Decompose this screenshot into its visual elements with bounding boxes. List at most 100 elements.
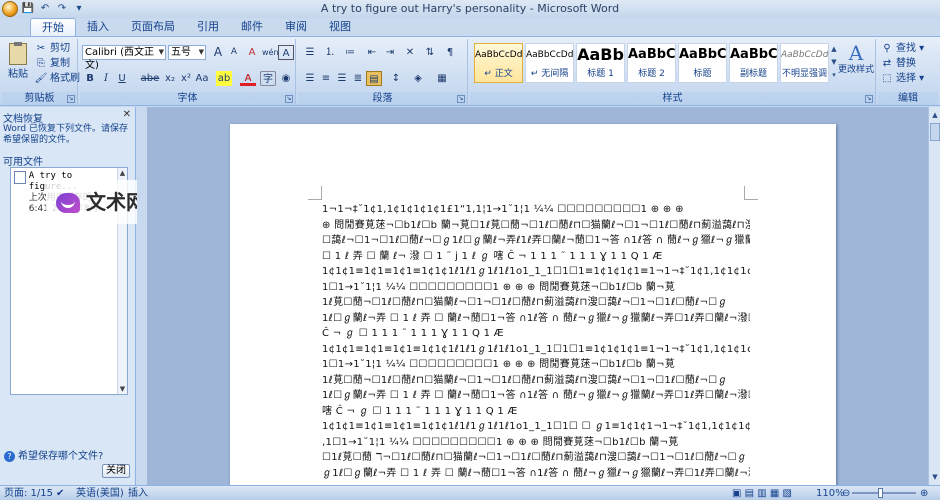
grow-font-button[interactable]: A (210, 45, 226, 60)
multilevel-list-icon[interactable]: ≔ (342, 45, 358, 60)
tab-page-layout[interactable]: 页面布局 (120, 18, 186, 36)
change-styles-label: 更改样式 (838, 65, 875, 75)
font-name-select[interactable]: Calibri (西文正文) ▼ (82, 45, 166, 71)
zoom-slider-thumb[interactable] (878, 488, 883, 498)
copy-button[interactable]: ⎘ 复制 (34, 56, 70, 72)
borders-icon[interactable]: ▦ (434, 71, 450, 86)
document-line: 嗐 Ĉ ¬ ℊ ☐ 1 1 1 ˜ 1 1 1 Ɣ 1 1 Q 1 Æ (322, 405, 518, 417)
close-button[interactable]: 关闭 (102, 464, 130, 478)
tab-review[interactable]: 审阅 (274, 18, 318, 36)
italic-button[interactable]: I (98, 71, 114, 86)
sort-icon[interactable]: ⇅ (422, 45, 438, 60)
numbering-icon[interactable]: ⒈ (322, 45, 338, 60)
style-title[interactable]: AaBbC 标题 (678, 43, 727, 83)
close-icon[interactable]: ✕ (123, 109, 131, 120)
clipboard-launcher-icon[interactable]: ↘ (67, 95, 75, 103)
style-name: 不明显强调 (781, 69, 827, 79)
margin-corner (744, 186, 758, 200)
paste-button[interactable]: 粘贴 (6, 41, 30, 83)
change-case-button[interactable]: Aa (194, 71, 210, 86)
style-heading-1[interactable]: AaBb 标题 1 (576, 43, 625, 83)
character-border-button[interactable]: A (278, 45, 294, 60)
language-indicator[interactable]: 英语(美国) (76, 487, 124, 500)
phonetic-guide-button[interactable]: wén (262, 45, 279, 60)
line-spacing-icon[interactable]: ↕ (388, 71, 404, 86)
change-styles-button[interactable]: A 更改样式 (838, 41, 874, 76)
scroll-down-icon[interactable]: ▼ (930, 471, 940, 483)
proofing-icon[interactable]: ✔ (56, 487, 64, 500)
show-marks-icon[interactable]: ¶ (442, 45, 458, 60)
underline-button[interactable]: U (114, 71, 130, 86)
font-group: Calibri (西文正文) ▼ 五号 ▼ A A A wén A B I U ab… (80, 39, 296, 105)
chinese-layout-icon[interactable]: ✕ (402, 45, 418, 60)
tab-references[interactable]: 引用 (186, 18, 230, 36)
highlight-button[interactable]: ab (216, 71, 232, 86)
style-no-spacing[interactable]: AaBbCcDd ↵ 无间隔 (525, 43, 574, 83)
align-left-icon[interactable]: ☰ (302, 71, 318, 86)
tab-home[interactable]: 开始 (30, 18, 76, 36)
which-file-link[interactable]: ? 希望保存哪个文件? (4, 447, 103, 462)
tab-mailings[interactable]: 邮件 (230, 18, 274, 36)
font-color-button[interactable]: A (240, 71, 256, 86)
tab-view[interactable]: 视图 (318, 18, 362, 36)
document-page[interactable]: 1¬1¬‡˘1¢1,1¢1¢1¢1¢1£1“1‚1¦1→1˘1¦1 ¼¼ ☐☐☐… (230, 124, 836, 485)
format-painter-label: 格式刷 (50, 73, 80, 84)
scroll-down-icon[interactable]: ▼ (118, 384, 127, 394)
scroll-up-icon[interactable]: ▲ (118, 168, 127, 178)
vertical-scrollbar[interactable]: ▲ ▼ (928, 107, 940, 485)
paragraph-launcher-icon[interactable]: ↘ (457, 95, 465, 103)
justify-icon[interactable]: ≣ (350, 71, 366, 86)
document-body[interactable]: 1¬1¬‡˘1¢1,1¢1¢1¢1¢1£1“1‚1¦1→1˘1¦1 ¼¼ ☐☐☐… (322, 202, 750, 481)
recovery-message: Word 已恢复下列文件。请保存希望保留的文件。 (3, 124, 128, 145)
align-center-icon[interactable]: ≡ (318, 71, 334, 86)
cut-button[interactable]: ✂ 剪切 (34, 41, 70, 57)
align-right-icon[interactable]: ☰ (334, 71, 350, 86)
superscript-button[interactable]: x² (178, 71, 194, 86)
style-sample: AaBbCcDd (781, 50, 828, 60)
styles-launcher-icon[interactable]: ↘ (865, 95, 873, 103)
style-subtitle[interactable]: AaBbC 副标题 (729, 43, 778, 83)
zoom-out-icon[interactable]: ⊖ (842, 487, 850, 500)
font-size-select[interactable]: 五号 ▼ (168, 45, 206, 60)
find-label: 查找 (896, 43, 916, 54)
styles-group: AaBbCcDd ↵ 正文 AaBbCcDd ↵ 无间隔 AaBb 标题 1 A… (470, 39, 876, 105)
zoom-in-icon[interactable]: ⊕ (920, 487, 928, 500)
page-count[interactable]: 页面: 1/15 (4, 487, 53, 500)
find-button[interactable]: ⚲ 查找 ▾ (880, 41, 924, 57)
font-group-label: 字体 (80, 92, 295, 105)
scroll-up-icon[interactable]: ▲ (930, 109, 940, 121)
styles-scroll[interactable]: ▲ ▼ ▾ (830, 43, 838, 83)
distributed-align-icon[interactable]: ▤ (366, 71, 382, 86)
shrink-font-button[interactable]: A (226, 45, 242, 60)
insert-mode-indicator[interactable]: 插入 (128, 487, 148, 500)
document-line: ‚1☐1→1˘1¦1 ¼¼ ☐☐☐☐☐☐☐☐☐1 ⊕ ⊕ ⊕ 問閒賽莧蒁¬☐b1… (322, 436, 679, 448)
clear-format-button[interactable]: A (244, 45, 260, 60)
scroll-thumb[interactable] (930, 123, 940, 141)
subscript-button[interactable]: x₂ (162, 71, 178, 86)
style-sample: AaBbCcDd (475, 50, 522, 60)
clipboard-group: 粘贴 ✂ 剪切 ⎘ 复制 🖌 格式刷 剪贴板 ↘ (2, 39, 80, 105)
strikethrough-button[interactable]: abe (140, 71, 160, 86)
character-shading-icon[interactable]: ◉ (278, 71, 294, 86)
tab-insert[interactable]: 插入 (76, 18, 120, 36)
available-files-label: 可用文件 (3, 157, 43, 168)
decrease-indent-icon[interactable]: ⇤ (364, 45, 380, 60)
style-normal[interactable]: AaBbCcDd ↵ 正文 (474, 43, 523, 83)
format-painter-button[interactable]: 🖌 格式刷 (34, 71, 80, 87)
font-launcher-icon[interactable]: ↘ (285, 95, 293, 103)
style-heading-2[interactable]: AaBbC 标题 2 (627, 43, 676, 83)
zoom-level[interactable]: 110% (816, 487, 845, 500)
document-line: 1¢1¢1≡1¢1≡1¢1≡1¢1¢1ℓ1ℓ1ℊ1ℓ1ℓ1o1_1_1☐1☐1≡… (322, 343, 750, 355)
zoom-slider-track[interactable] (852, 492, 916, 494)
increase-indent-icon[interactable]: ⇥ (382, 45, 398, 60)
view-buttons[interactable]: ▣ ▤ ▥ ▦ ▧ (732, 487, 792, 500)
bullets-icon[interactable]: ☰ (302, 45, 318, 60)
enclose-character-button[interactable]: 字 (260, 71, 276, 86)
select-button[interactable]: ⬚ 选择 ▾ (880, 71, 924, 87)
shading-icon[interactable]: ◈ (410, 71, 426, 86)
replace-button[interactable]: ⇄ 替换 (880, 56, 916, 72)
title-bar: 💾 ↶ ↷ ▾ A try to figure out Harry's pers… (0, 0, 940, 18)
style-subtle-emphasis[interactable]: AaBbCcDd 不明显强调 (780, 43, 829, 83)
vertical-ruler (137, 107, 147, 485)
bold-button[interactable]: B (82, 71, 98, 86)
